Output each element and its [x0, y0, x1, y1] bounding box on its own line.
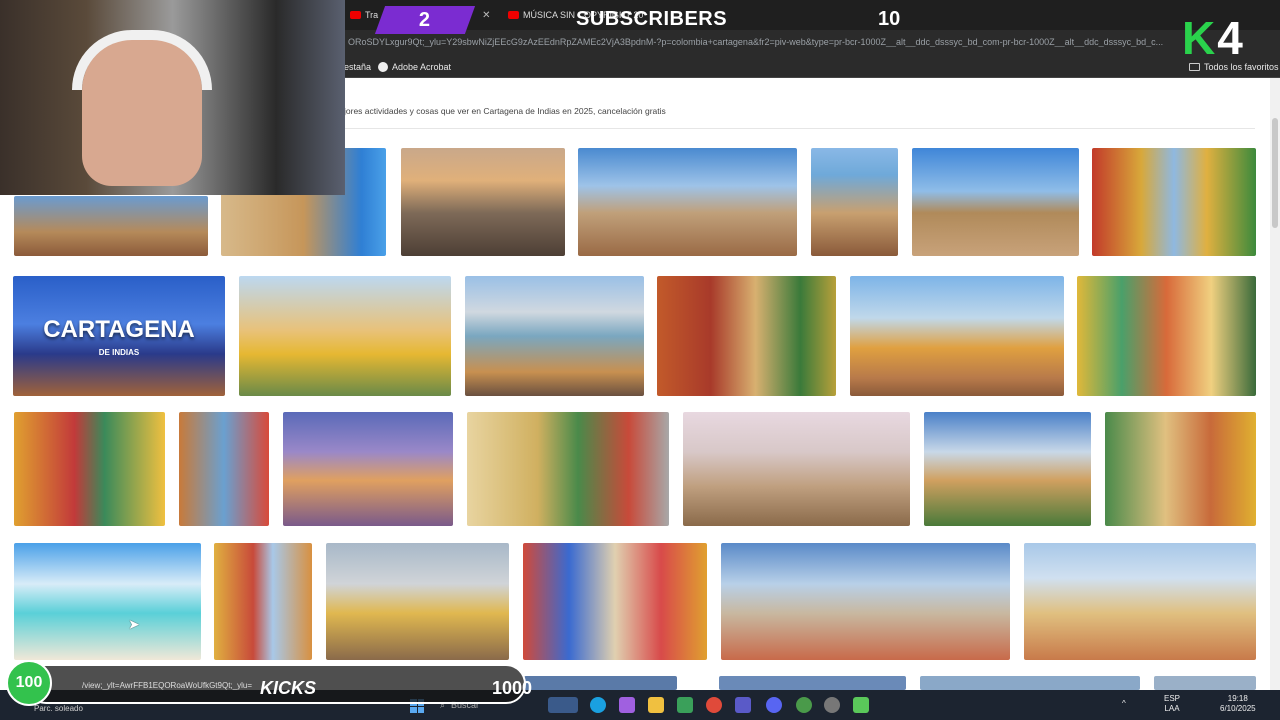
scrollbar-thumb[interactable]	[1272, 118, 1278, 228]
chrome-active-icon[interactable]	[796, 697, 812, 713]
image-result-cartagena-banner[interactable]: CARTAGENA DE INDIAS	[13, 276, 225, 396]
url-field[interactable]: ORoSDYLxgur9Qt;_ylu=Y29sbwNiZjEEcG9zAzEE…	[348, 37, 1168, 47]
image-result[interactable]	[721, 543, 1010, 660]
image-result[interactable]	[14, 196, 208, 256]
logo-k: K	[1182, 12, 1216, 64]
edge-icon[interactable]	[590, 697, 606, 713]
image-result[interactable]	[657, 276, 836, 396]
image-result[interactable]	[214, 543, 312, 660]
clock-time: 19:18	[1227, 694, 1248, 703]
image-result-beach[interactable]	[14, 543, 201, 660]
image-result[interactable]	[1154, 676, 1256, 690]
teams-icon[interactable]	[735, 697, 751, 713]
image-result[interactable]	[401, 148, 565, 256]
screen: Tra ✕ MÚSICA SIN COPYRIGHT 20 ORoSDYLxgu…	[0, 0, 1280, 720]
sub-goal: 10	[878, 8, 901, 30]
image-result[interactable]	[326, 543, 509, 660]
discord-icon[interactable]	[766, 697, 782, 713]
image-result[interactable]	[1105, 412, 1256, 526]
image-result[interactable]	[850, 276, 1064, 396]
image-result[interactable]	[578, 148, 797, 256]
bookmark-item[interactable]: estaña	[344, 62, 371, 72]
taskbar-app-icon[interactable]	[548, 697, 578, 713]
folder-icon	[1189, 63, 1200, 71]
file-explorer-icon[interactable]	[648, 697, 664, 713]
webcam-overlay	[0, 0, 345, 195]
chevron-up-icon[interactable]: ^	[1122, 699, 1126, 709]
overlay-title: CARTAGENA	[43, 316, 195, 343]
page-scrollbar[interactable]	[1270, 78, 1280, 690]
obs-icon[interactable]	[824, 697, 840, 713]
image-result[interactable]	[523, 543, 707, 660]
sub-count-badge: 2	[374, 6, 476, 34]
status-url: /view;_ylt=AwrFFB1EQORoaWoUfkGt9Qt;_ylu=…	[82, 681, 252, 690]
image-result[interactable]	[1024, 543, 1256, 660]
image-result[interactable]	[719, 676, 906, 690]
language-indicator[interactable]: ESP LAA	[1164, 694, 1180, 714]
bookmark-label: Adobe Acrobat	[392, 62, 452, 72]
bookmark-adobe-acrobat[interactable]: Adobe Acrobat	[378, 62, 451, 72]
logo-number: 4	[1217, 12, 1243, 64]
clock[interactable]: 19:18 6/10/2025	[1220, 694, 1256, 714]
image-result[interactable]	[683, 412, 910, 526]
image-result[interactable]	[239, 276, 451, 396]
image-result[interactable]	[14, 412, 165, 526]
lang-bottom: LAA	[1164, 704, 1180, 713]
image-result[interactable]	[811, 148, 898, 256]
kicks-goal-bar: /view;_ylt=AwrFFB1EQORoaWoUfkGt9Qt;_ylu=…	[6, 660, 532, 706]
bookmark-label: estaña	[344, 62, 372, 72]
image-result[interactable]	[467, 412, 669, 526]
goal-target: 1000	[492, 678, 533, 698]
image-result[interactable]	[179, 412, 269, 526]
copilot-icon[interactable]	[619, 697, 635, 713]
sub-count: 2	[419, 8, 431, 31]
image-result[interactable]	[920, 676, 1140, 690]
store-icon[interactable]	[677, 697, 693, 713]
image-result[interactable]	[924, 412, 1091, 526]
goal-current: 100	[6, 660, 52, 706]
subscriber-goal-banner: 2 SUBSCRIBERS 10	[374, 0, 940, 38]
image-result[interactable]	[283, 412, 453, 526]
clock-date: 6/10/2025	[1220, 704, 1256, 713]
lang-top: ESP	[1164, 694, 1181, 703]
goal-progress-track: /view;_ylt=AwrFFB1EQORoaWoUfkGt9Qt;_ylu=…	[26, 664, 532, 704]
image-result[interactable]	[524, 676, 677, 690]
acrobat-icon	[378, 62, 388, 72]
goal-label: KICKS	[260, 678, 317, 698]
sub-title: SUBSCRIBERS	[576, 8, 728, 30]
tab-1-label: Tra	[365, 10, 379, 20]
app-icon[interactable]	[853, 697, 869, 713]
youtube-icon	[350, 11, 361, 19]
channel-logo: K 4	[1182, 12, 1272, 64]
image-result[interactable]	[912, 148, 1079, 256]
image-result[interactable]	[1077, 276, 1256, 396]
chrome-icon[interactable]	[706, 697, 722, 713]
image-result[interactable]	[1092, 148, 1256, 256]
overlay-subtitle: DE INDIAS	[98, 348, 140, 357]
results-description: jores actividades y cosas que ver en Car…	[344, 106, 666, 116]
image-result[interactable]	[465, 276, 644, 396]
mouse-cursor-icon: ➤	[128, 616, 140, 632]
